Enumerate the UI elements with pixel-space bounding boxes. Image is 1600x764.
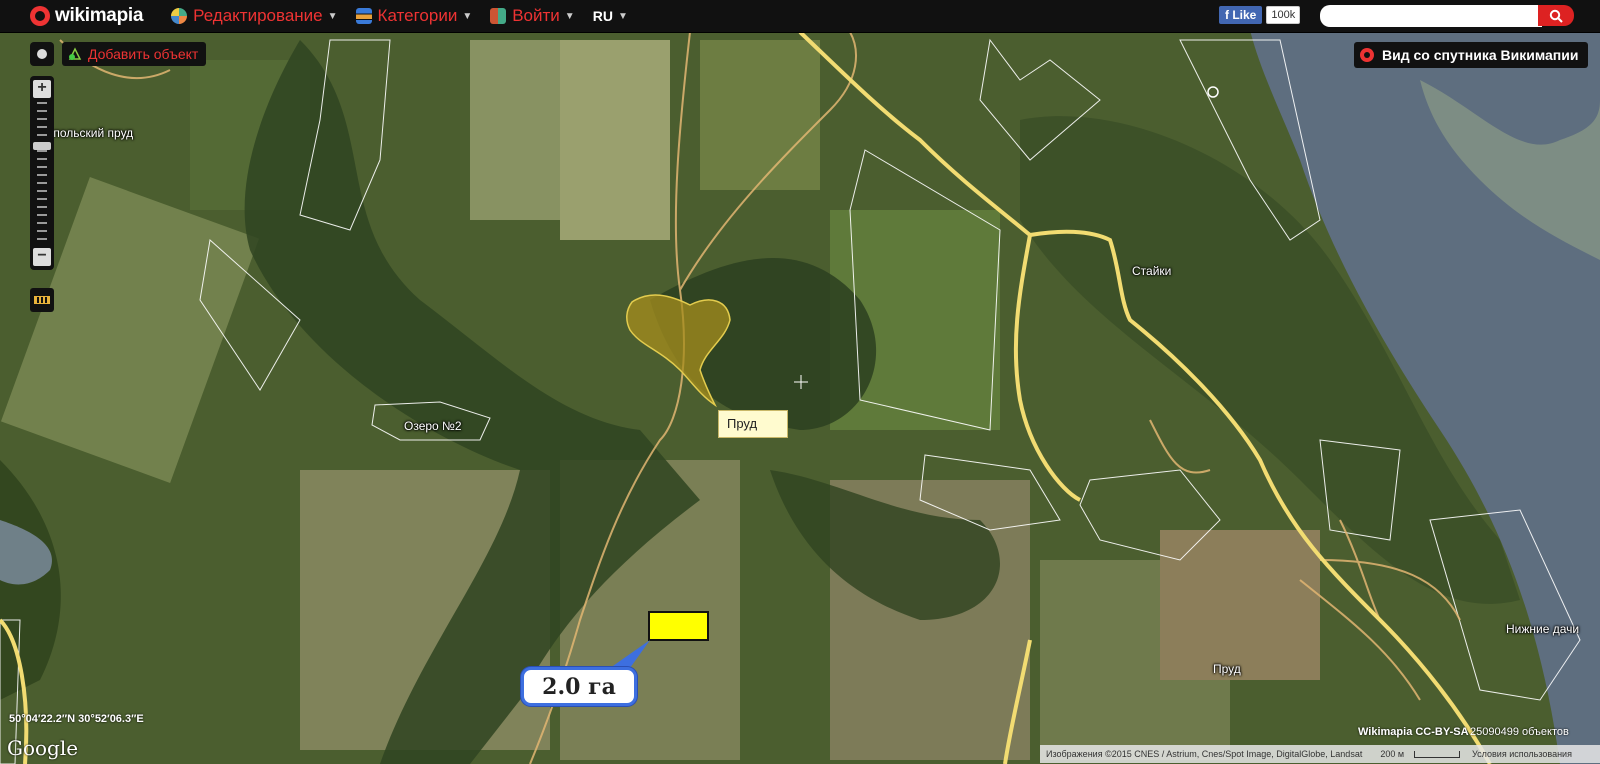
- scale-line: [1414, 750, 1461, 758]
- gear-icon: [37, 49, 47, 59]
- menu-login[interactable]: Войти ▼: [490, 6, 575, 26]
- object-count: 25090499 объектов: [1470, 726, 1569, 738]
- language-selector[interactable]: RU ▼: [593, 8, 628, 24]
- facebook-icon: f: [1225, 8, 1229, 22]
- zoom-in-button[interactable]: +: [33, 80, 51, 98]
- object-tooltip: Пруд: [718, 410, 788, 438]
- wikimapia-logo-icon: [1360, 48, 1374, 62]
- language-label: RU: [592, 8, 613, 24]
- chevron-down-icon: ▼: [564, 10, 575, 22]
- field: [560, 40, 670, 240]
- map-label[interactable]: Стайки: [1132, 264, 1171, 278]
- main-menu: Редактирование ▼ Категории ▼ Войти ▼ RU …: [171, 6, 628, 26]
- scale-bar: 200 м: [1368, 749, 1466, 759]
- zoom-slider-handle[interactable]: [33, 142, 51, 150]
- facebook-like-label: Like: [1232, 8, 1257, 22]
- chevron-down-icon: ▼: [617, 10, 628, 22]
- add-object-label: Добавить объект: [88, 46, 199, 62]
- imagery-credits-bar: Изображения ©2015 CNES / Astrium, Cnes/S…: [1040, 745, 1600, 763]
- map-label[interactable]: Пруд: [1213, 662, 1241, 676]
- area-callout: 2.0 га: [521, 667, 637, 706]
- settings-button[interactable]: [30, 42, 54, 66]
- menu-categories[interactable]: Категории ▼: [355, 6, 473, 26]
- menu-login-label: Войти: [512, 6, 560, 25]
- wikimapia-logo[interactable]: wikimapia: [30, 5, 143, 27]
- facebook-like-count: 100k: [1266, 6, 1301, 24]
- terms-link[interactable]: Условия использования: [1466, 749, 1578, 759]
- satellite-map[interactable]: [0, 0, 1600, 764]
- facebook-like-widget: f Like 100k: [1219, 6, 1301, 24]
- facebook-like-button[interactable]: f Like: [1219, 6, 1263, 24]
- chevron-down-icon: ▼: [327, 10, 338, 22]
- chevron-down-icon: ▼: [462, 10, 473, 22]
- ruler-icon: [34, 296, 50, 304]
- login-icon: [490, 8, 507, 24]
- wikimapia-logo-icon: [30, 6, 50, 26]
- zoom-slider-track[interactable]: [37, 102, 47, 242]
- minus-icon: −: [37, 247, 47, 264]
- categories-icon: [355, 8, 372, 24]
- field: [1160, 530, 1320, 680]
- area-marker[interactable]: [648, 611, 709, 641]
- plus-icon: +: [37, 79, 47, 96]
- satellite-view-label: Вид со спутника Викимапии: [1382, 47, 1579, 63]
- search-input[interactable]: [1320, 5, 1542, 27]
- add-object-button[interactable]: Добавить объект: [62, 42, 207, 66]
- scale-label: 200 м: [1380, 749, 1405, 759]
- search-button[interactable]: [1538, 5, 1574, 26]
- zoom-out-button[interactable]: −: [33, 248, 51, 266]
- satellite-view-button[interactable]: Вид со спутника Викимапии: [1354, 42, 1589, 68]
- menu-edit[interactable]: Редактирование ▼: [171, 6, 338, 26]
- ruler-button[interactable]: [30, 288, 54, 312]
- logo-text: wikimapia: [55, 5, 144, 26]
- coordinates-readout: 50°04′22.2″N 30°52′06.3″E: [9, 713, 144, 725]
- search-icon: [1549, 9, 1563, 23]
- field: [700, 40, 820, 190]
- license-text[interactable]: Wikimapia CC-BY-SA: [1358, 726, 1469, 738]
- imagery-credits: Изображения ©2015 CNES / Astrium, Cnes/S…: [1046, 749, 1363, 759]
- menu-categories-label: Категории: [377, 6, 458, 25]
- add-object-icon: [68, 47, 82, 61]
- google-logo: Google: [7, 736, 79, 760]
- menu-edit-label: Редактирование: [193, 6, 323, 25]
- map-label[interactable]: Нижние дачи: [1506, 622, 1579, 636]
- zoom-control: + −: [30, 76, 54, 270]
- edit-icon: [171, 8, 188, 24]
- map-label[interactable]: Озеро №2: [404, 419, 462, 433]
